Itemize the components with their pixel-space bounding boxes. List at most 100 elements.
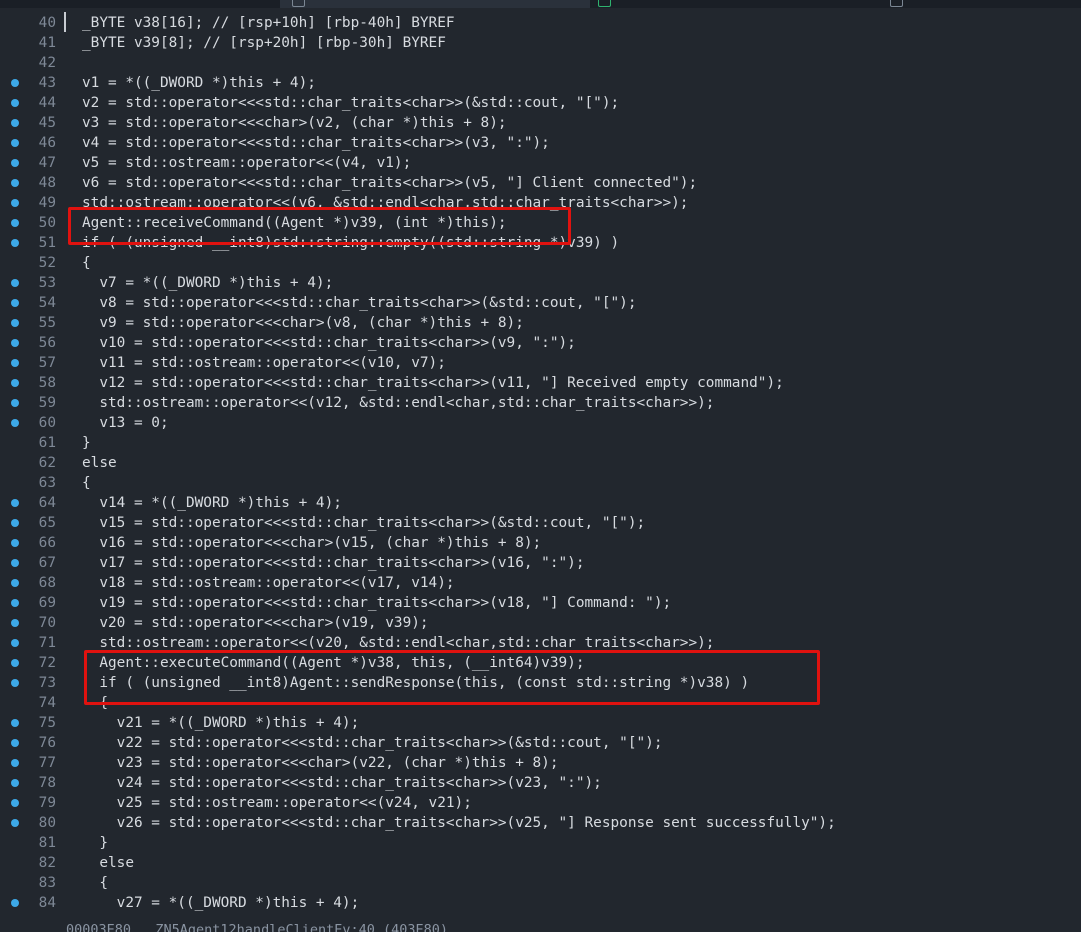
code-line[interactable]: 70 v20 = std::operator<<<char>(v19, v39)… xyxy=(0,613,1081,633)
code-text: } xyxy=(82,435,91,451)
breakpoint-dot-icon[interactable] xyxy=(11,639,19,647)
line-number: 68 xyxy=(38,575,56,591)
breakpoint-dot-icon[interactable] xyxy=(11,559,19,567)
pseudocode-editor[interactable]: 40 _BYTE v38[16]; // [rsp+10h] [rbp-40h] … xyxy=(0,10,1081,916)
code-line[interactable]: 45 v3 = std::operator<<<char>(v2, (char *… xyxy=(0,113,1081,133)
breakpoint-dot-icon[interactable] xyxy=(11,659,19,667)
breakpoint-dot-icon[interactable] xyxy=(11,799,19,807)
code-text: v9 = std::operator<<<char>(v8, (char *)t… xyxy=(82,315,524,331)
breakpoint-dot-icon[interactable] xyxy=(11,819,19,827)
code-line[interactable]: 44 v2 = std::operator<<<std::char_traits<… xyxy=(0,93,1081,113)
pseudocode-tab-icon xyxy=(292,0,305,7)
code-line[interactable]: 52 { xyxy=(0,253,1081,273)
code-line[interactable]: 56 v10 = std::operator<<<std::char_trait… xyxy=(0,333,1081,353)
tab-other[interactable] xyxy=(596,0,886,8)
breakpoint-dot-icon[interactable] xyxy=(11,139,19,147)
breakpoint-dot-icon[interactable] xyxy=(11,339,19,347)
code-line[interactable]: 85 v28 = std::operator<<<std::char_trait… xyxy=(0,913,1081,916)
breakpoint-dot-icon[interactable] xyxy=(11,159,19,167)
code-text: else xyxy=(82,455,117,471)
breakpoint-dot-icon[interactable] xyxy=(11,79,19,87)
code-line[interactable]: 78 v24 = std::operator<<<std::char_trait… xyxy=(0,773,1081,793)
line-number: 52 xyxy=(38,255,56,271)
code-line[interactable]: 63 { xyxy=(0,473,1081,493)
code-text: v12 = std::operator<<<std::char_traits<c… xyxy=(82,375,784,391)
breakpoint-dot-icon[interactable] xyxy=(11,779,19,787)
code-text: v22 = std::operator<<<std::char_traits<c… xyxy=(82,735,663,751)
code-line[interactable]: 47 v5 = std::ostream::operator<<(v4, v1); xyxy=(0,153,1081,173)
breakpoint-dot-icon[interactable] xyxy=(11,219,19,227)
breakpoint-dot-icon[interactable] xyxy=(11,279,19,287)
breakpoint-dot-icon[interactable] xyxy=(11,379,19,387)
breakpoint-dot-icon[interactable] xyxy=(11,179,19,187)
breakpoint-dot-icon[interactable] xyxy=(11,399,19,407)
line-number: 55 xyxy=(38,315,56,331)
code-line[interactable]: 64 v14 = *((_DWORD *)this + 4); xyxy=(0,493,1081,513)
code-text: v7 = *((_DWORD *)this + 4); xyxy=(82,275,334,291)
breakpoint-dot-icon[interactable] xyxy=(11,759,19,767)
code-text: v13 = 0; xyxy=(82,415,169,431)
code-text: _BYTE v39[8]; // [rsp+20h] [rbp-30h] BYR… xyxy=(82,35,446,51)
breakpoint-dot-icon[interactable] xyxy=(11,119,19,127)
tab-pseudocode[interactable] xyxy=(280,0,590,8)
code-line[interactable]: 60 v13 = 0; xyxy=(0,413,1081,433)
code-line[interactable]: 65 v15 = std::operator<<<std::char_trait… xyxy=(0,513,1081,533)
breakpoint-dot-icon[interactable] xyxy=(11,499,19,507)
code-line[interactable]: 48 v6 = std::operator<<<std::char_traits<… xyxy=(0,173,1081,193)
code-line[interactable]: 80 v26 = std::operator<<<std::char_trait… xyxy=(0,813,1081,833)
line-number: 62 xyxy=(38,455,56,471)
breakpoint-dot-icon[interactable] xyxy=(11,99,19,107)
code-line[interactable]: 66 v16 = std::operator<<<char>(v15, (cha… xyxy=(0,533,1081,553)
code-text: v1 = *((_DWORD *)this + 4); xyxy=(82,75,316,91)
code-line[interactable]: 53 v7 = *((_DWORD *)this + 4); xyxy=(0,273,1081,293)
code-line[interactable]: 57 v11 = std::ostream::operator<<(v10, v… xyxy=(0,353,1081,373)
code-text: v11 = std::ostream::operator<<(v10, v7); xyxy=(82,355,446,371)
breakpoint-dot-icon[interactable] xyxy=(11,579,19,587)
status-bar: 00003E80 _ZN5Agent12handleClientEv:40 (4… xyxy=(0,918,1081,932)
code-line[interactable]: 55 v9 = std::operator<<<char>(v8, (char … xyxy=(0,313,1081,333)
breakpoint-dot-icon[interactable] xyxy=(11,739,19,747)
breakpoint-dot-icon[interactable] xyxy=(11,419,19,427)
breakpoint-dot-icon[interactable] xyxy=(11,319,19,327)
code-line[interactable]: 82 else xyxy=(0,853,1081,873)
code-line[interactable]: 54 v8 = std::operator<<<std::char_traits… xyxy=(0,293,1081,313)
breakpoint-dot-icon[interactable] xyxy=(11,519,19,527)
breakpoint-dot-icon[interactable] xyxy=(11,719,19,727)
highlight-box-execute-send xyxy=(84,650,820,705)
code-line[interactable]: 62 else xyxy=(0,453,1081,473)
breakpoint-dot-icon[interactable] xyxy=(11,299,19,307)
code-line[interactable]: 84 v27 = *((_DWORD *)this + 4); xyxy=(0,893,1081,913)
line-number: 75 xyxy=(38,715,56,731)
breakpoint-dot-icon[interactable] xyxy=(11,619,19,627)
line-number: 69 xyxy=(38,595,56,611)
code-line[interactable]: 42 xyxy=(0,53,1081,73)
code-line[interactable]: 43 v1 = *((_DWORD *)this + 4); xyxy=(0,73,1081,93)
code-line[interactable]: 68 v18 = std::ostream::operator<<(v17, v… xyxy=(0,573,1081,593)
code-line[interactable]: 46 v4 = std::operator<<<std::char_traits<… xyxy=(0,133,1081,153)
code-line[interactable]: 77 v23 = std::operator<<<char>(v22, (cha… xyxy=(0,753,1081,773)
code-line[interactable]: 58 v12 = std::operator<<<std::char_trait… xyxy=(0,373,1081,393)
code-line[interactable]: 76 v22 = std::operator<<<std::char_trait… xyxy=(0,733,1081,753)
breakpoint-dot-icon[interactable] xyxy=(11,679,19,687)
line-number: 71 xyxy=(38,635,56,651)
code-line[interactable]: 40 _BYTE v38[16]; // [rsp+10h] [rbp-40h] … xyxy=(0,13,1081,33)
code-line[interactable]: 75 v21 = *((_DWORD *)this + 4); xyxy=(0,713,1081,733)
breakpoint-dot-icon[interactable] xyxy=(11,239,19,247)
code-text: v17 = std::operator<<<std::char_traits<c… xyxy=(82,555,585,571)
line-number: 53 xyxy=(38,275,56,291)
code-line[interactable]: 59 std::ostream::operator<<(v12, &std::e… xyxy=(0,393,1081,413)
breakpoint-dot-icon[interactable] xyxy=(11,539,19,547)
code-line[interactable]: 61} xyxy=(0,433,1081,453)
breakpoint-dot-icon[interactable] xyxy=(11,199,19,207)
code-line[interactable]: 79 v25 = std::ostream::operator<<(v24, v… xyxy=(0,793,1081,813)
breakpoint-dot-icon[interactable] xyxy=(11,599,19,607)
breakpoint-dot-icon[interactable] xyxy=(11,899,19,907)
code-line[interactable]: 67 v17 = std::operator<<<std::char_trait… xyxy=(0,553,1081,573)
code-line[interactable]: 41 _BYTE v39[8]; // [rsp+20h] [rbp-30h] B… xyxy=(0,33,1081,53)
breakpoint-dot-icon[interactable] xyxy=(11,359,19,367)
line-number: 50 xyxy=(38,215,56,231)
code-line[interactable]: 83 { xyxy=(0,873,1081,893)
code-line[interactable]: 69 v19 = std::operator<<<std::char_trait… xyxy=(0,593,1081,613)
line-number: 82 xyxy=(38,855,56,871)
code-line[interactable]: 81 } xyxy=(0,833,1081,853)
